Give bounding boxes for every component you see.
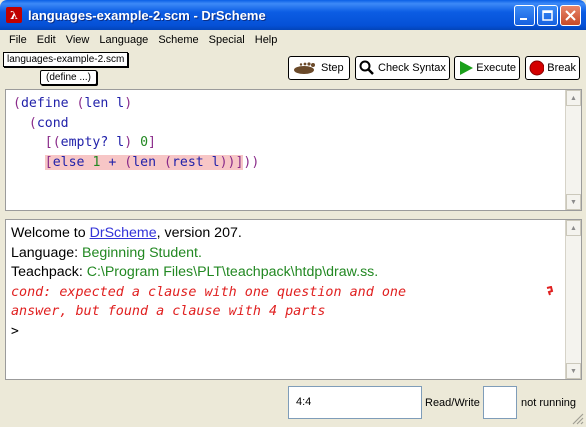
drscheme-link[interactable]: DrScheme bbox=[90, 225, 157, 241]
running-indicator bbox=[483, 386, 517, 419]
pane-splitter[interactable] bbox=[0, 211, 586, 219]
maximize-icon bbox=[542, 10, 553, 21]
drscheme-lambda-icon[interactable]: λ bbox=[6, 7, 22, 23]
error-highlight: [else 1 + (len (rest l))] bbox=[44, 154, 244, 170]
menu-edit[interactable]: Edit bbox=[32, 34, 61, 46]
minimize-button[interactable] bbox=[514, 5, 535, 26]
cursor-position: 4:4 bbox=[288, 386, 422, 419]
menu-bar: File Edit View Language Scheme Special H… bbox=[0, 30, 586, 49]
check-syntax-label: Check Syntax bbox=[378, 62, 446, 74]
scroll-down-arrow-icon[interactable]: ▼ bbox=[566, 194, 581, 210]
scroll-up-arrow-icon[interactable]: ▲ bbox=[566, 220, 581, 236]
menu-scheme[interactable]: Scheme bbox=[153, 34, 203, 46]
toolbar: languages-example-2.scm (define ...) Ste… bbox=[0, 49, 586, 88]
code-line-1: (define (len l) bbox=[13, 96, 133, 111]
language-value: Beginning Student. bbox=[82, 244, 202, 261]
step-button[interactable]: Step bbox=[288, 56, 350, 80]
language-label: Language: bbox=[11, 244, 83, 261]
status-bar: 4:4 Read/Write not running bbox=[0, 382, 586, 427]
error-bug-icon[interactable] bbox=[546, 286, 554, 296]
define-menu-button[interactable]: (define ...) bbox=[40, 70, 97, 85]
menu-file[interactable]: File bbox=[4, 34, 32, 46]
scroll-up-arrow-icon[interactable]: ▲ bbox=[566, 90, 581, 106]
code-line-2: (cond bbox=[28, 115, 69, 131]
foot-icon bbox=[294, 62, 315, 74]
read-write-status: Read/Write bbox=[425, 397, 480, 409]
teachpack-line: Teachpack: C:\Program Files\PLT\teachpac… bbox=[11, 263, 406, 283]
running-status: not running bbox=[521, 397, 577, 409]
break-label: Break bbox=[547, 62, 576, 74]
maximize-button[interactable] bbox=[537, 5, 558, 26]
welcome-line: Welcome to DrScheme, version 207. bbox=[11, 224, 406, 244]
interactions-scrollbar[interactable]: ▲ ▼ bbox=[565, 220, 581, 379]
resize-grip-icon[interactable] bbox=[572, 413, 584, 425]
language-line: Language: Beginning Student. bbox=[11, 244, 406, 264]
teachpack-value: C:\Program Files\PLT\teachpack\htdp\draw… bbox=[86, 264, 379, 280]
step-label: Step bbox=[321, 62, 344, 74]
title-bar[interactable]: λ languages-example-2.scm - DrScheme bbox=[0, 0, 586, 30]
repl-prompt[interactable]: > bbox=[11, 322, 406, 342]
definitions-editor[interactable]: (define (len l) (cond [(empty? l) 0] [el… bbox=[5, 89, 582, 211]
scroll-down-arrow-icon[interactable]: ▼ bbox=[566, 363, 581, 379]
close-icon bbox=[565, 10, 576, 21]
error-message-line-2: answer, but found a clause with 4 parts bbox=[11, 304, 326, 319]
code-line-3: [(empty? l) 0] bbox=[44, 135, 156, 150]
execute-button[interactable]: Execute bbox=[454, 56, 520, 80]
welcome-prefix: Welcome to bbox=[11, 225, 90, 241]
window-title: languages-example-2.scm - DrScheme bbox=[28, 7, 266, 23]
menu-language[interactable]: Language bbox=[94, 34, 153, 46]
execute-label: Execute bbox=[476, 62, 516, 74]
teachpack-label: Teachpack: bbox=[11, 264, 87, 280]
definitions-code: (define (len l) (cond [(empty? l) 0] [el… bbox=[13, 94, 259, 172]
minimize-icon bbox=[520, 18, 527, 20]
check-syntax-button[interactable]: Check Syntax bbox=[355, 56, 450, 80]
menu-help[interactable]: Help bbox=[250, 34, 283, 46]
play-arrow-icon bbox=[460, 61, 473, 75]
code-line-4: [else 1 + (len (rest l))])) bbox=[44, 154, 260, 170]
stop-sign-icon bbox=[529, 60, 545, 76]
error-message-line-1: cond: expected a clause with one questio… bbox=[11, 284, 407, 300]
menu-special[interactable]: Special bbox=[204, 34, 250, 46]
magnifier-icon bbox=[359, 60, 374, 75]
file-name-button[interactable]: languages-example-2.scm bbox=[3, 52, 129, 67]
definitions-scrollbar[interactable]: ▲ ▼ bbox=[565, 90, 581, 210]
close-button[interactable] bbox=[560, 5, 581, 26]
menu-view[interactable]: View bbox=[61, 34, 95, 46]
interactions-window[interactable]: Welcome to DrScheme, version 207. Langua… bbox=[5, 219, 582, 380]
break-button[interactable]: Break bbox=[525, 56, 580, 80]
welcome-version: , version 207. bbox=[156, 225, 242, 241]
